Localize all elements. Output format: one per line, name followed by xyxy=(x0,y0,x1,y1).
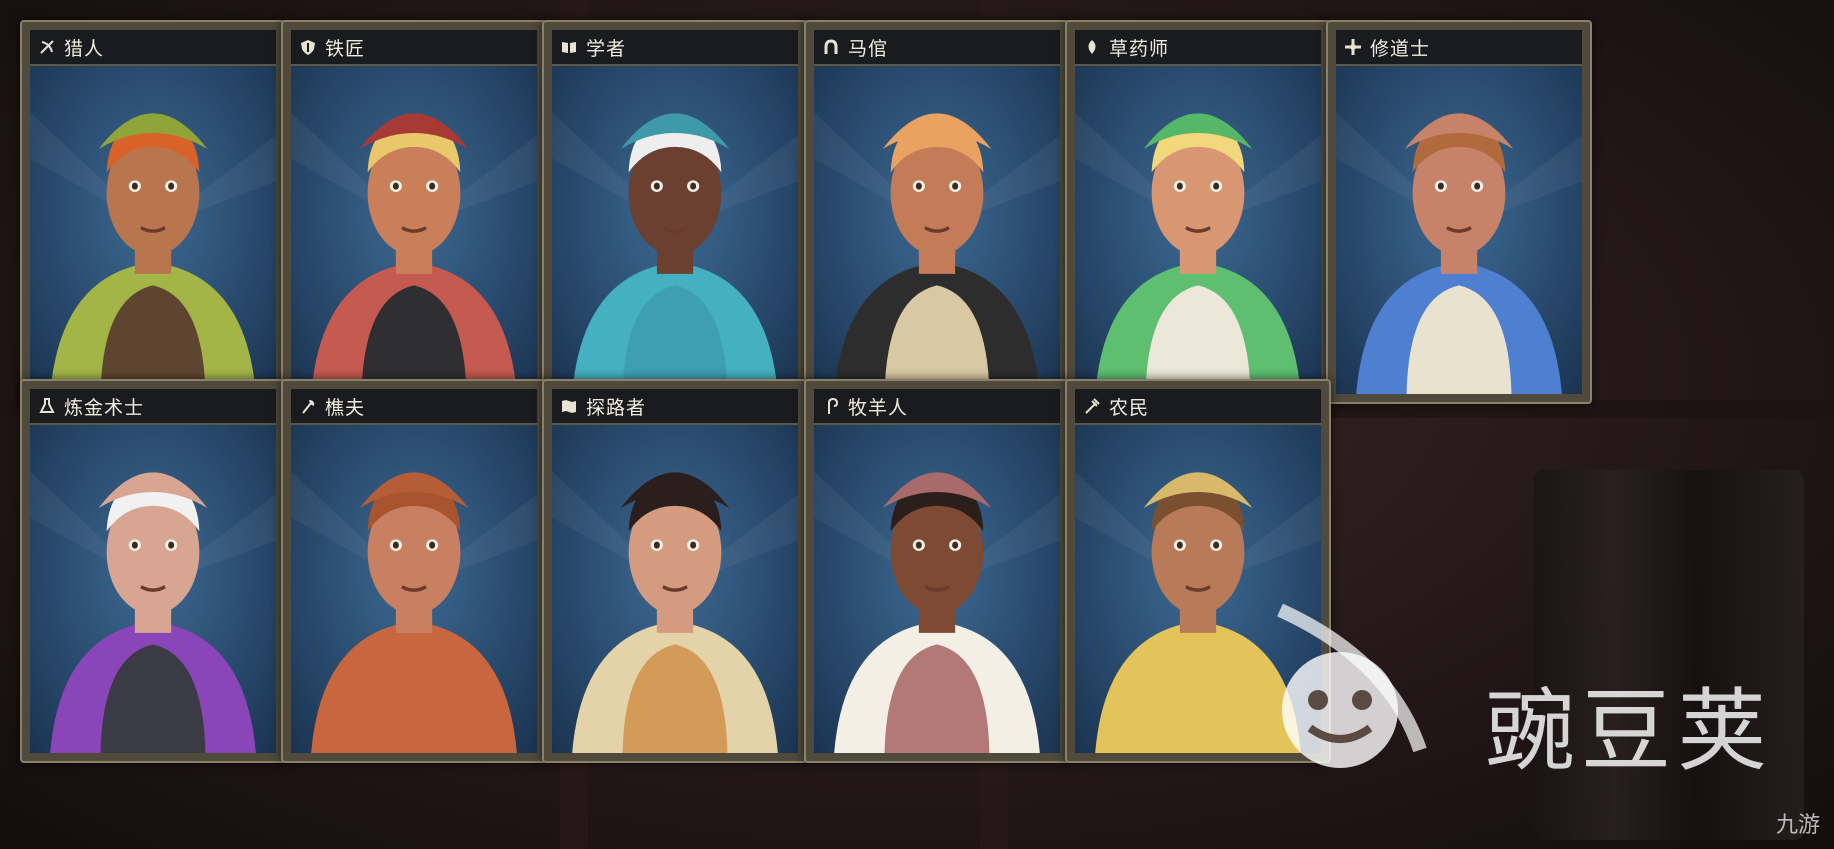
watermark-brand: 豌豆荚 xyxy=(1485,679,1773,784)
character-card[interactable]: 修道士 xyxy=(1326,20,1592,404)
character-card[interactable]: 探路者 xyxy=(542,379,808,763)
card-header: 牧羊人 xyxy=(814,389,1060,425)
character-portrait xyxy=(814,425,1060,753)
character-portrait xyxy=(814,66,1060,394)
card-title: 炼金术士 xyxy=(64,396,145,419)
character-card[interactable]: 马倌 xyxy=(804,20,1070,404)
card-header: 农民 xyxy=(1075,389,1321,425)
character-card[interactable]: 草药师 xyxy=(1065,20,1331,404)
card-header: 猎人 xyxy=(30,30,276,66)
character-portrait xyxy=(1075,66,1321,394)
watermark-corner: 九游 xyxy=(1775,813,1820,838)
axe-icon xyxy=(299,397,317,415)
character-card[interactable]: 铁匠 xyxy=(281,20,547,404)
bow-icon xyxy=(38,38,56,56)
card-title: 农民 xyxy=(1109,396,1150,419)
map-icon xyxy=(560,397,578,415)
pitchfork-icon xyxy=(1083,397,1101,415)
character-card[interactable]: 学者 xyxy=(542,20,808,404)
character-portrait xyxy=(1075,425,1321,753)
leaf-icon xyxy=(1083,38,1101,56)
character-portrait xyxy=(291,425,537,753)
card-title: 马倌 xyxy=(848,37,889,60)
character-portrait xyxy=(30,66,276,394)
card-title: 猎人 xyxy=(64,37,105,60)
crook-icon xyxy=(822,397,840,415)
card-title: 修道士 xyxy=(1370,37,1431,60)
card-title: 探路者 xyxy=(586,396,647,419)
book-icon xyxy=(560,38,578,56)
character-card[interactable]: 牧羊人 xyxy=(804,379,1070,763)
card-title: 铁匠 xyxy=(325,37,366,60)
character-card[interactable]: 猎人 xyxy=(20,20,286,404)
card-header: 炼金术士 xyxy=(30,389,276,425)
character-card[interactable]: 炼金术士 xyxy=(20,379,286,763)
character-portrait xyxy=(552,425,798,753)
flask-icon xyxy=(38,397,56,415)
card-header: 马倌 xyxy=(814,30,1060,66)
character-card[interactable]: 农民 xyxy=(1065,379,1331,763)
card-header: 草药师 xyxy=(1075,30,1321,66)
card-header: 学者 xyxy=(552,30,798,66)
card-title: 牧羊人 xyxy=(848,396,909,419)
card-header: 铁匠 xyxy=(291,30,537,66)
horseshoe-icon xyxy=(822,38,840,56)
card-title: 学者 xyxy=(586,37,627,60)
card-title: 草药师 xyxy=(1109,37,1170,60)
card-header: 修道士 xyxy=(1336,30,1582,66)
shield-icon xyxy=(299,38,317,56)
card-header: 樵夫 xyxy=(291,389,537,425)
card-header: 探路者 xyxy=(552,389,798,425)
character-portrait xyxy=(552,66,798,394)
character-card[interactable]: 樵夫 xyxy=(281,379,547,763)
character-portrait xyxy=(30,425,276,753)
cross-icon xyxy=(1344,38,1362,56)
character-portrait xyxy=(1336,66,1582,394)
card-title: 樵夫 xyxy=(325,396,366,419)
character-portrait xyxy=(291,66,537,394)
